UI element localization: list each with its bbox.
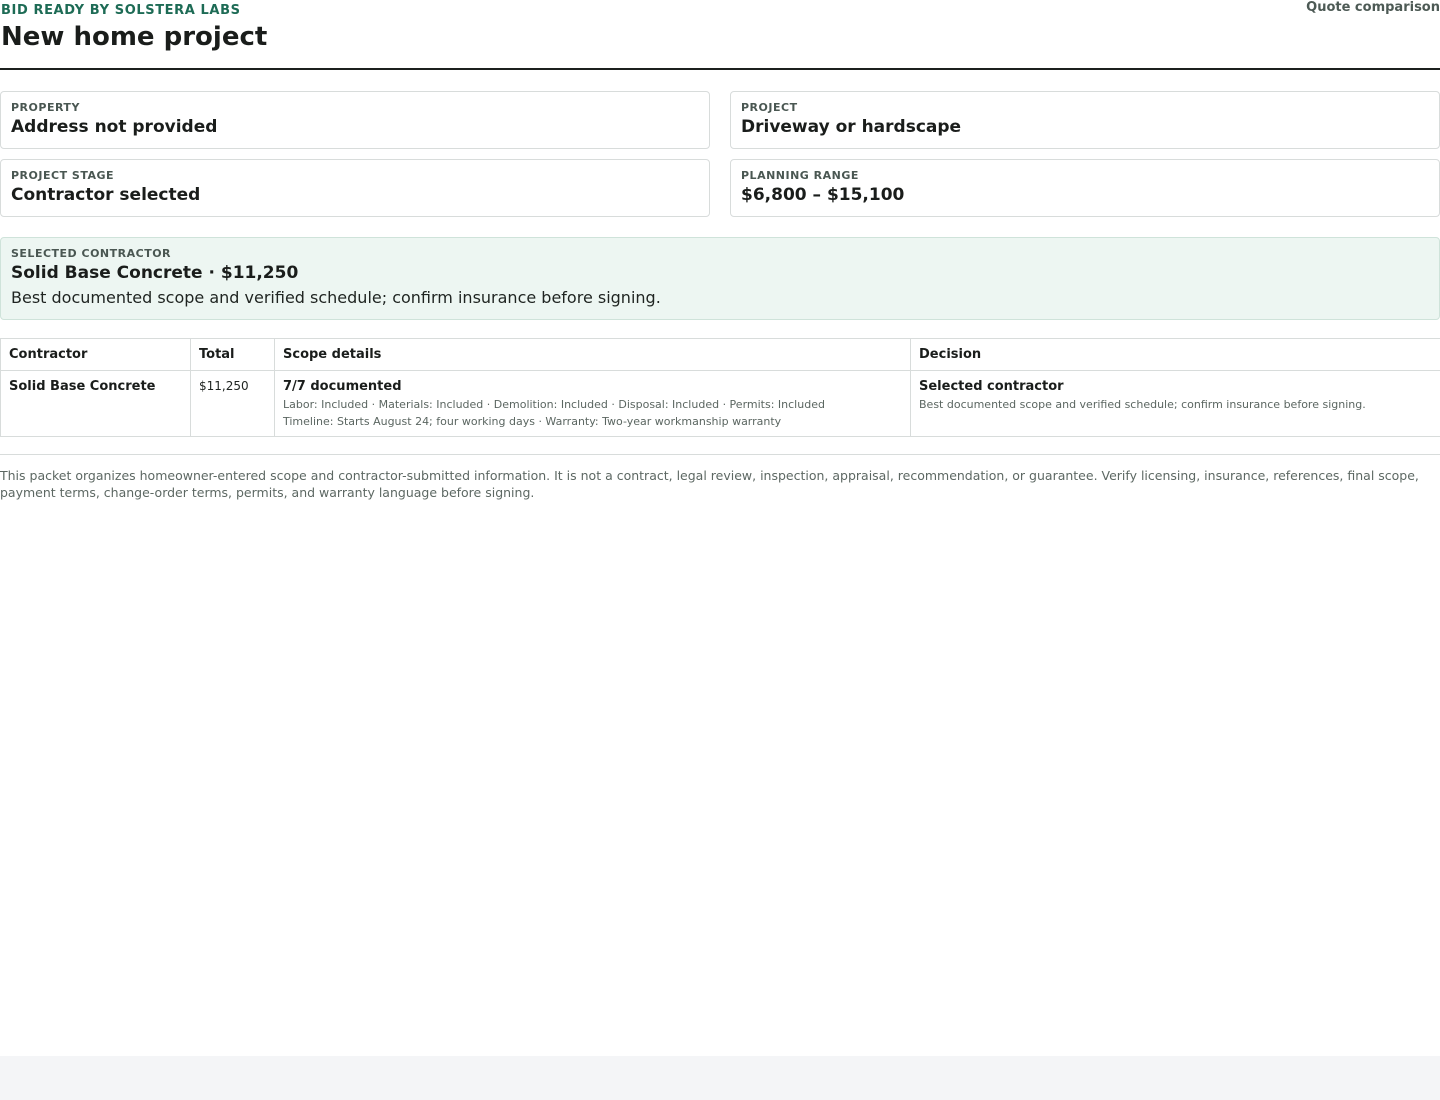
document-type-label: Quote comparison [1306, 0, 1440, 15]
decision-cell: Selected contractor Best documented scop… [910, 370, 1440, 437]
decision-note: Best documented scope and verified sched… [919, 398, 1366, 411]
selected-contractor-note: Best documented scope and verified sched… [11, 288, 661, 307]
scope-summary: 7/7 documented [283, 379, 402, 394]
brand-label: BID READY BY SOLSTERA LABS [1, 3, 241, 18]
planning-range-value: $6,800 – $15,100 [741, 185, 905, 205]
selected-contractor-title: Solid Base Concrete · $11,250 [11, 263, 299, 283]
property-value: Address not provided [11, 117, 218, 137]
contractor-cell: Solid Base Concrete [0, 370, 191, 437]
table-header-row: Contractor Total Scope details Decision [0, 338, 1440, 371]
contractor-total: $11,250 [199, 379, 249, 393]
column-header-contractor: Contractor [0, 338, 191, 371]
scope-items: Labor: Included · Materials: Included · … [283, 398, 825, 411]
page-title: New home project [1, 22, 268, 52]
project-card: PROJECT Driveway or hardscape [730, 91, 1440, 149]
disclaimer-text: This packet organizes homeowner-entered … [0, 468, 1419, 500]
scope-cell: 7/7 documented Labor: Included · Materia… [274, 370, 911, 437]
disclaimer-divider [0, 454, 1440, 455]
project-stage-card: PROJECT STAGE Contractor selected [0, 159, 710, 217]
property-card: PROPERTY Address not provided [0, 91, 710, 149]
selected-contractor-label: SELECTED CONTRACTOR [11, 247, 172, 260]
table-row: Solid Base Concrete $11,250 7/7 document… [0, 370, 1440, 437]
column-header-scope-details: Scope details [274, 338, 911, 371]
project-stage-value: Contractor selected [11, 185, 201, 205]
planning-range-card: PLANNING RANGE $6,800 – $15,100 [730, 159, 1440, 217]
report-header: BID READY BY SOLSTERA LABS New home proj… [0, 0, 1440, 70]
report-page: BID READY BY SOLSTERA LABS New home proj… [0, 0, 1440, 1056]
project-stage-label: PROJECT STAGE [11, 169, 115, 182]
quote-comparison-table: Contractor Total Scope details Decision … [0, 338, 1440, 437]
project-label: PROJECT [741, 101, 798, 114]
selected-contractor-panel: SELECTED CONTRACTOR Solid Base Concrete … [0, 237, 1440, 320]
decision-status: Selected contractor [919, 379, 1064, 394]
total-cell: $11,250 [190, 370, 275, 437]
contractor-name: Solid Base Concrete [9, 379, 156, 394]
project-value: Driveway or hardscape [741, 117, 962, 137]
scope-timeline: Timeline: Starts August 24; four working… [283, 415, 782, 428]
column-header-decision: Decision [910, 338, 1440, 371]
property-label: PROPERTY [11, 101, 80, 114]
column-header-total: Total [190, 338, 275, 371]
planning-range-label: PLANNING RANGE [741, 169, 859, 182]
